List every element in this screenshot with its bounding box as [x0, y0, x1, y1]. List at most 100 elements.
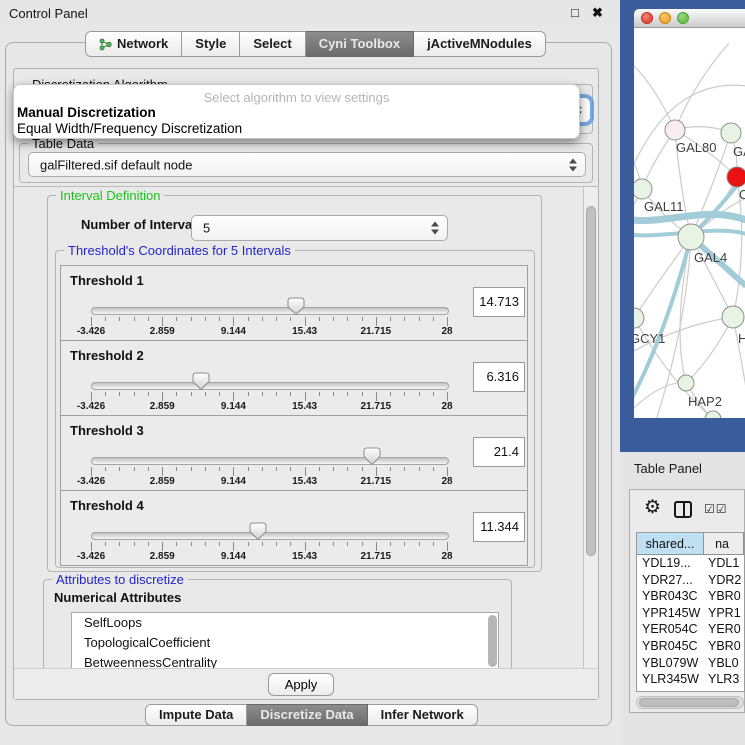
algorithm-option[interactable]: Manual Discretization: [17, 105, 156, 120]
select-columns-icon[interactable]: ☑☑: [704, 502, 728, 516]
cell-shared-name[interactable]: YBR043C: [637, 588, 704, 605]
tab-style[interactable]: Style: [182, 31, 240, 57]
network-edge-highlighted[interactable]: [634, 214, 745, 220]
tab-select[interactable]: Select: [240, 31, 305, 57]
attributes-group: Attributes to discretize Numerical Attri…: [43, 579, 512, 668]
attributes-list[interactable]: SelfLoopsTopologicalCoefficientBetweenne…: [71, 612, 499, 668]
cell-name[interactable]: YER0: [704, 621, 744, 638]
split-view-icon[interactable]: [674, 501, 692, 518]
close-traffic-light[interactable]: [641, 12, 653, 24]
threshold-value-field[interactable]: 21.4: [473, 437, 525, 467]
threshold-label: Threshold 3: [70, 423, 144, 438]
cell-name[interactable]: YDL1: [704, 555, 744, 572]
network-node-red-node[interactable]: [727, 167, 745, 187]
attribute-list-item[interactable]: BetweennessCentrality: [72, 653, 498, 668]
table-row[interactable]: YBR045CYBR0: [637, 638, 744, 655]
cell-shared-name[interactable]: YIL052C: [637, 688, 704, 692]
zoom-traffic-light[interactable]: [677, 12, 689, 24]
attribute-list-item[interactable]: SelfLoops: [72, 613, 498, 633]
cell-shared-name[interactable]: YDL19...: [637, 555, 704, 572]
tab-jactivemnodules[interactable]: jActiveMNodules: [414, 31, 546, 57]
cell-shared-name[interactable]: YBL079W: [637, 655, 704, 672]
threshold-value-field[interactable]: 6.316: [473, 362, 525, 392]
slider-thumb[interactable]: [249, 522, 267, 541]
network-edge[interactable]: [634, 58, 675, 130]
threshold-row: Threshold 1-3.4262.8599.14415.4321.71528…: [60, 265, 528, 341]
intervals-value: 5: [203, 221, 210, 236]
slider-thumb[interactable]: [363, 447, 381, 466]
float-window-icon[interactable]: □: [571, 5, 579, 20]
slider-track[interactable]: [91, 532, 449, 540]
table-row[interactable]: YER054CYER0: [637, 621, 744, 638]
table-row[interactable]: YLR345WYLR3: [637, 671, 744, 688]
network-window-titlebar[interactable]: [634, 9, 745, 28]
intervals-combobox[interactable]: 5: [191, 215, 448, 241]
slider-track[interactable]: [91, 307, 449, 315]
apply-button[interactable]: Apply: [268, 673, 334, 696]
table-panel-region: Table Panel ⚙ ☑☑ shared...na YDL19...YDL…: [620, 452, 745, 745]
cell-shared-name[interactable]: YBR045C: [637, 638, 704, 655]
network-edge[interactable]: [691, 237, 733, 317]
table-row[interactable]: YBL079WYBL0: [637, 655, 744, 672]
threshold-label: Threshold 4: [70, 498, 144, 513]
network-node-H-node[interactable]: [722, 306, 744, 328]
list-scrollbar[interactable]: [488, 615, 497, 667]
network-node-GAL11[interactable]: [634, 179, 652, 199]
threshold-value-field[interactable]: 14.713: [473, 287, 525, 317]
network-view-canvas[interactable]: GAL80GACGAL11GAL4GCY1HHAP2: [634, 28, 745, 418]
cell-name[interactable]: YBR0: [704, 638, 744, 655]
table-row[interactable]: YIL052CYIL0: [637, 688, 744, 692]
gear-icon[interactable]: ⚙: [644, 496, 661, 519]
slider-thumb[interactable]: [192, 372, 210, 391]
column-header[interactable]: na: [704, 533, 744, 555]
close-panel-icon[interactable]: ✖: [592, 5, 603, 21]
table-row[interactable]: YBR043CYBR0: [637, 588, 744, 605]
tab-label: Select: [253, 32, 291, 56]
slider-track[interactable]: [91, 457, 449, 465]
group-title: Attributes to discretize: [52, 572, 188, 587]
cell-name[interactable]: YPR1: [704, 605, 744, 622]
network-node-GCY1[interactable]: [634, 308, 644, 328]
cell-shared-name[interactable]: YDR27...: [637, 572, 704, 589]
cell-name[interactable]: YBL0: [704, 655, 744, 672]
scrollbar-thumb[interactable]: [639, 698, 739, 707]
scrollbar-thumb[interactable]: [586, 206, 596, 556]
minimize-traffic-light[interactable]: [659, 12, 671, 24]
tick-label: 9.144: [205, 476, 261, 487]
table-row[interactable]: YDL19...YDL1: [637, 555, 744, 572]
table-row[interactable]: YDR27...YDR2: [637, 572, 744, 589]
tick-label: 9.144: [205, 401, 261, 412]
network-node-GAL4[interactable]: [678, 224, 704, 250]
tab-infer-network[interactable]: Infer Network: [368, 704, 478, 726]
cell-name[interactable]: YLR3: [704, 671, 744, 688]
algorithm-option[interactable]: Equal Width/Frequency Discretization: [17, 121, 242, 136]
node-label: C: [739, 187, 745, 202]
network-node-bottom-node[interactable]: [705, 411, 721, 418]
network-node-GAL80[interactable]: [665, 120, 685, 140]
table-row[interactable]: YPR145WYPR1: [637, 605, 744, 622]
network-edge[interactable]: [686, 317, 733, 383]
network-edge[interactable]: [634, 383, 686, 418]
attribute-list-item[interactable]: TopologicalCoefficient: [72, 633, 498, 653]
tab-cyni-toolbox[interactable]: Cyni Toolbox: [306, 31, 414, 57]
tab-label: Infer Network: [381, 705, 464, 725]
settings-scrollbar[interactable]: [583, 187, 598, 668]
cell-shared-name[interactable]: YLR345W: [637, 671, 704, 688]
slider-thumb[interactable]: [287, 297, 305, 316]
network-node-HAP2[interactable]: [678, 375, 694, 391]
table-horizontal-scrollbar[interactable]: [636, 696, 744, 709]
cell-name[interactable]: YBR0: [704, 588, 744, 605]
cell-name[interactable]: YIL0: [704, 688, 744, 692]
column-header[interactable]: shared...: [637, 533, 704, 555]
cell-shared-name[interactable]: YER054C: [637, 621, 704, 638]
network-edge[interactable]: [634, 237, 691, 318]
table-data-combobox[interactable]: galFiltered.sif default node: [28, 152, 586, 177]
slider-track[interactable]: [91, 382, 449, 390]
tab-network[interactable]: Network: [85, 31, 182, 57]
network-node-GAL-right[interactable]: [721, 123, 741, 143]
tab-discretize-data[interactable]: Discretize Data: [247, 704, 367, 726]
threshold-value-field[interactable]: 11.344: [473, 512, 525, 542]
tab-impute-data[interactable]: Impute Data: [145, 704, 247, 726]
cell-shared-name[interactable]: YPR145W: [637, 605, 704, 622]
cell-name[interactable]: YDR2: [704, 572, 744, 589]
